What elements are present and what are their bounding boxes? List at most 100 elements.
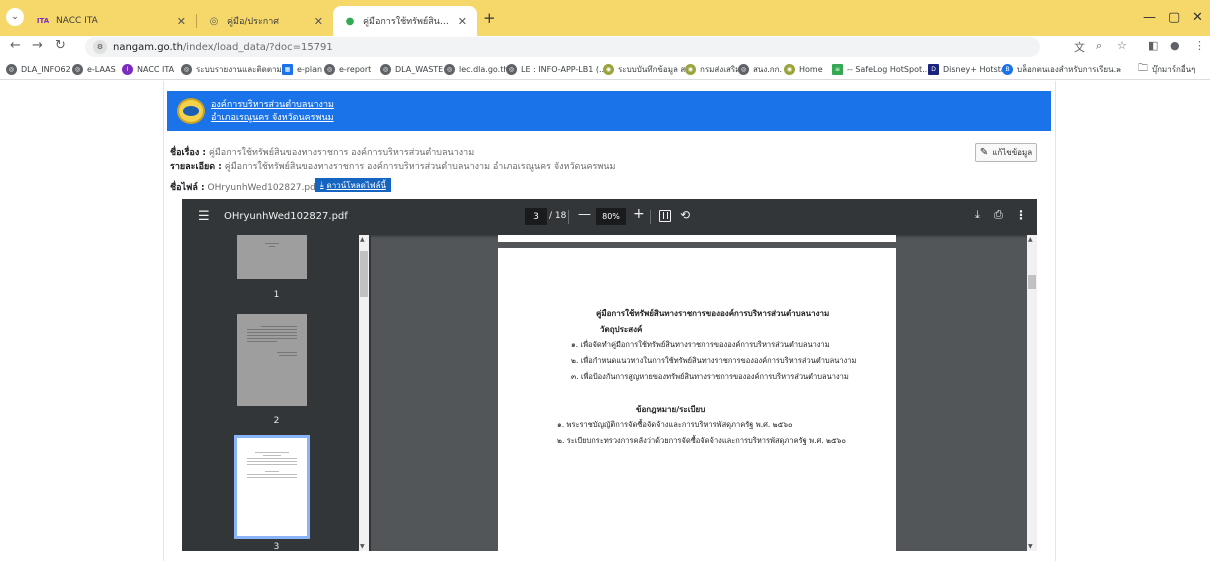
bookmark-item[interactable]: ◉ กรมส่งเสริม: [685, 62, 740, 76]
print-icon[interactable]: ⎙: [994, 208, 1003, 222]
rotate-icon[interactable]: ⟲: [680, 208, 690, 222]
bookmark-item[interactable]: ≡ -- SafeLog HotSpot...: [832, 62, 930, 76]
bookmark-label: กรมส่งเสริม: [700, 64, 741, 74]
restore-button[interactable]: ▢: [1168, 10, 1180, 25]
back-button[interactable]: ←: [10, 38, 21, 53]
globe-icon: ◎: [209, 15, 219, 27]
pdf-toolbar: ☰ OHryunhWed102827.pdf 3 / 18 — 80% + ⟲ …: [182, 199, 1037, 235]
bookmark-item[interactable]: ◎ สนง.กก.: [738, 62, 782, 76]
bookmark-item[interactable]: ◎ LE : INFO-APP-LB1 (...: [506, 62, 607, 76]
edit-data-button[interactable]: ✎ แก้ไขข้อมูล: [975, 143, 1037, 162]
browser-tab-document[interactable]: ● คู่มือการใช้ทรัพย์สินของทางราชการ :: ✕: [333, 6, 477, 36]
detail-value: คู่มือการใช้ทรัพย์สินของทางราชการ องค์กา…: [224, 162, 616, 172]
page-number-input[interactable]: 3: [525, 208, 547, 225]
bookmark-label: LE : INFO-APP-LB1 (...: [521, 64, 607, 74]
bookmark-item[interactable]: ◎ ระบบรายงานและติดตาม...: [181, 62, 289, 76]
bookmark-item[interactable]: I NACC ITA: [122, 62, 174, 76]
download-file-button[interactable]: ⤓ ดาวน์โหลดไฟล์นี้: [315, 178, 391, 192]
nacc-logo-icon: I: [122, 63, 133, 75]
bookmark-item[interactable]: ◎ DLA_INFO62: [6, 62, 71, 76]
close-icon[interactable]: ✕: [458, 15, 467, 28]
dla-logo-icon: ◉: [603, 63, 614, 75]
bookmark-label: DLA_INFO62: [21, 64, 71, 74]
forward-button[interactable]: →: [32, 38, 43, 53]
hamburger-menu-icon[interactable]: ☰: [198, 209, 210, 224]
scrollbar-thumb[interactable]: [1028, 275, 1036, 289]
zoom-out-button[interactable]: —: [578, 207, 591, 222]
zoom-icon[interactable]: ⌕: [1096, 39, 1102, 53]
subject-label: ชื่อเรื่อง :: [170, 148, 206, 158]
close-window-button[interactable]: ✕: [1192, 10, 1203, 25]
reload-button[interactable]: ↻: [55, 38, 66, 53]
scroll-down-icon[interactable]: ▼: [1028, 543, 1033, 550]
bookmarks-overflow-button[interactable]: »: [1116, 62, 1121, 76]
scroll-down-icon[interactable]: ▼: [360, 543, 365, 550]
thumbnail-page-2[interactable]: [237, 314, 307, 406]
bookmark-label: DLA_WASTE: [395, 64, 444, 74]
overflow-chevron-icon: »: [1116, 64, 1122, 74]
tab-search-button[interactable]: ⌄: [6, 8, 24, 26]
url-host: nangam.go.th: [113, 41, 183, 53]
profile-avatar-icon[interactable]: ●: [1170, 39, 1180, 52]
url-path: /index/load_data/?doc=15791: [182, 41, 333, 53]
bookmark-item[interactable]: D Disney+ Hotstar: [928, 62, 1009, 76]
org-name-link[interactable]: องค์การบริหารส่วนตำบลนางาม อำเภอเรณูนคร …: [211, 99, 334, 125]
thumbnail-number: 3: [273, 542, 280, 551]
tab-title: NACC ITA: [56, 16, 98, 26]
site-settings-icon[interactable]: ⚙: [93, 40, 107, 54]
thumbnail-page-3[interactable]: [237, 438, 307, 536]
browser-tab-manual[interactable]: ◎ คู่มือ/ประกาศ ✕: [197, 6, 333, 36]
browser-tab-nacc[interactable]: ITA NACC ITA ✕: [26, 6, 196, 36]
address-bar[interactable]: ⚙ nangam.go.th/index/load_data/?doc=1579…: [85, 37, 1040, 57]
bookmark-item[interactable]: ◎ DLA_WASTE: [380, 62, 443, 76]
thumbnail-page-1[interactable]: [237, 235, 307, 279]
bookmark-item[interactable]: ◎ lec.dla.go.th: [444, 62, 508, 76]
folder-icon: 🗀: [1138, 62, 1148, 74]
detail-label: รายละเอียด :: [170, 162, 222, 172]
bookmark-item[interactable]: ▦ e-plan: [282, 62, 322, 76]
safelog-icon: ≡: [832, 63, 843, 75]
law-item: ๑. พระราชบัญญัติการจัดซื้อจัดจ้างและการบ…: [557, 420, 793, 429]
bookmark-label: ระบบบันทึกข้อมูล สถ.: [618, 64, 693, 74]
bookmark-label: บล็อกตนเองสำหรับการเรียน...: [1017, 64, 1122, 74]
other-bookmarks-folder[interactable]: 🗀 บุ๊กมาร์กอื่นๆ: [1138, 62, 1195, 76]
scrollbar-thumb[interactable]: [360, 251, 368, 297]
scroll-up-icon[interactable]: ▲: [1028, 236, 1033, 243]
thumbnail-number: 2: [273, 416, 280, 426]
plus-icon: +: [483, 9, 496, 27]
bookmark-item[interactable]: ◎ e-LAAS: [72, 62, 116, 76]
bookmark-item[interactable]: ◉ ระบบบันทึกข้อมูล สถ.: [603, 62, 693, 76]
bookmark-label: ระบบรายงานและติดตาม...: [196, 64, 290, 74]
close-icon[interactable]: ✕: [177, 15, 186, 28]
thumbnail-content: [247, 326, 297, 358]
side-panel-icon[interactable]: ◧: [1148, 39, 1158, 52]
objective-item: ๓. เพื่อป้องกันการสูญหายของทรัพย์สินทางร…: [571, 372, 849, 381]
globe-icon: ◎: [72, 63, 83, 75]
more-options-icon[interactable]: ⋮: [1015, 208, 1027, 222]
minimize-button[interactable]: —: [1143, 10, 1156, 25]
close-icon[interactable]: ✕: [314, 15, 323, 28]
thumbnail-sidebar: 1 2 3: [182, 235, 371, 551]
new-tab-button[interactable]: +: [483, 9, 496, 27]
download-icon[interactable]: ⤓: [975, 208, 980, 222]
more-menu-icon[interactable]: ⋮: [1194, 39, 1205, 52]
translate-icon[interactable]: 文: [1074, 39, 1085, 55]
fit-to-page-icon[interactable]: [659, 210, 671, 222]
bookmark-item[interactable]: ◎ e-report: [324, 62, 371, 76]
objective-item: ๒. เพื่อกำหนดแนวทางในการใช้ทรัพย์สินทางร…: [571, 356, 857, 365]
org-seal-icon: [177, 98, 205, 124]
filename-label: ชื่อไฟล์ :: [170, 183, 205, 193]
close-icon: ✕: [1192, 10, 1203, 25]
zoom-input[interactable]: 80%: [596, 208, 626, 225]
globe-icon: ◎: [380, 63, 391, 75]
scroll-up-icon[interactable]: ▲: [360, 236, 365, 243]
thumbnail-scrollbar[interactable]: ▲ ▼: [359, 235, 369, 551]
bookmark-label: Home: [799, 64, 823, 74]
zoom-in-button[interactable]: +: [633, 206, 645, 222]
globe-icon: ◎: [444, 63, 455, 75]
bookmark-item[interactable]: ◉ Home: [784, 62, 823, 76]
bookmark-star-icon[interactable]: ☆: [1117, 39, 1127, 52]
document-scrollbar[interactable]: ▲ ▼: [1027, 235, 1037, 551]
bookmark-label: e-report: [339, 64, 372, 74]
bookmark-item[interactable]: B บล็อกตนเองสำหรับการเรียน...: [1002, 62, 1121, 76]
